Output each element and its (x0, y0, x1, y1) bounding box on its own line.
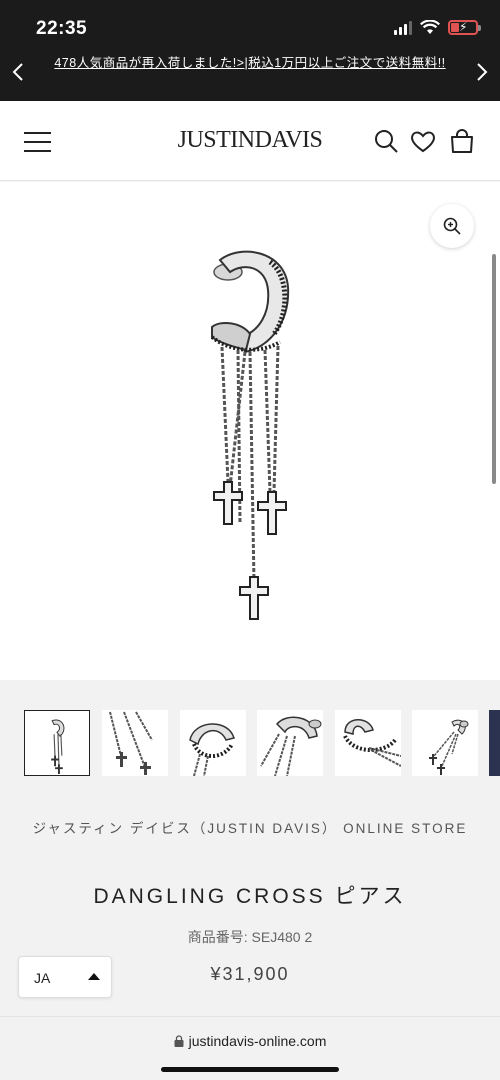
url-text-container: justindavis-online.com (0, 1033, 500, 1049)
thumbnail-3[interactable] (180, 710, 246, 777)
thumbnail-2[interactable] (102, 710, 168, 776)
thumbnail-5[interactable] (335, 710, 402, 776)
caret-up-icon (88, 973, 100, 980)
cart-bag-icon[interactable] (448, 127, 476, 155)
signal-icon (394, 20, 412, 35)
status-time: 22:35 (36, 18, 88, 39)
language-selector[interactable]: JA (18, 956, 112, 998)
url-text: justindavis-online.com (188, 1033, 327, 1049)
site-header: JUSTINDAVIS (0, 101, 500, 181)
status-bar: 22:35 ⚡ (0, 0, 500, 56)
announcement-next-button[interactable] (470, 60, 494, 84)
announcement-prev-button[interactable] (6, 60, 30, 84)
announcement-link[interactable]: 478人気商品が再入荷しました!>|税込1万円以上ご注文で送料無料!! (40, 54, 460, 72)
product-image-area (0, 182, 500, 680)
product-sku: 商品番号: SEJ480 2 (187, 929, 313, 945)
lock-icon (174, 1035, 184, 1047)
chevron-left-icon (12, 63, 23, 81)
thumbnail-earring-side-image (429, 719, 469, 775)
browser-url-bar[interactable]: justindavis-online.com (0, 1016, 500, 1080)
status-icons: ⚡ (394, 20, 481, 35)
announcement-bar: 478人気商品が再入荷しました!>|税込1万円以上ご注文で送料無料!! (0, 52, 500, 101)
top-bar: 22:35 ⚡ 478人気商品が再入荷しました!>|税込1万円以上ご注文で送料無… (0, 0, 500, 101)
thumbnail-7[interactable] (489, 710, 500, 776)
search-icon[interactable] (372, 127, 400, 155)
thumbnail-hoop-closeup-image (189, 723, 235, 777)
zoom-button[interactable] (430, 204, 474, 248)
thumbnail-4[interactable] (257, 710, 323, 777)
thumbnail-chain-closeup-image (109, 711, 153, 775)
thumbnail-earring-image (51, 719, 65, 775)
language-value: JA (34, 970, 51, 986)
thumbnail-hoop-side-image (343, 719, 402, 767)
zoom-in-icon (443, 217, 461, 235)
thumbnail-6[interactable] (412, 710, 478, 776)
thumbnail-hoop-front-image (260, 716, 322, 777)
product-title: DANGLING CROSS ピアス (93, 885, 407, 908)
page-scrollbar[interactable] (492, 254, 496, 484)
wishlist-heart-icon[interactable] (409, 127, 437, 155)
product-image-earring[interactable] (150, 242, 350, 632)
chevron-right-icon (477, 63, 488, 81)
thumbnail-1[interactable] (24, 710, 90, 776)
brand-line: ジャスティン デイビス（JUSTIN DAVIS） ONLINE STORE (32, 821, 468, 836)
home-indicator[interactable] (161, 1067, 339, 1072)
battery-icon: ⚡ (448, 20, 481, 35)
wifi-icon (420, 20, 440, 34)
thumbnail-strip (0, 680, 500, 790)
